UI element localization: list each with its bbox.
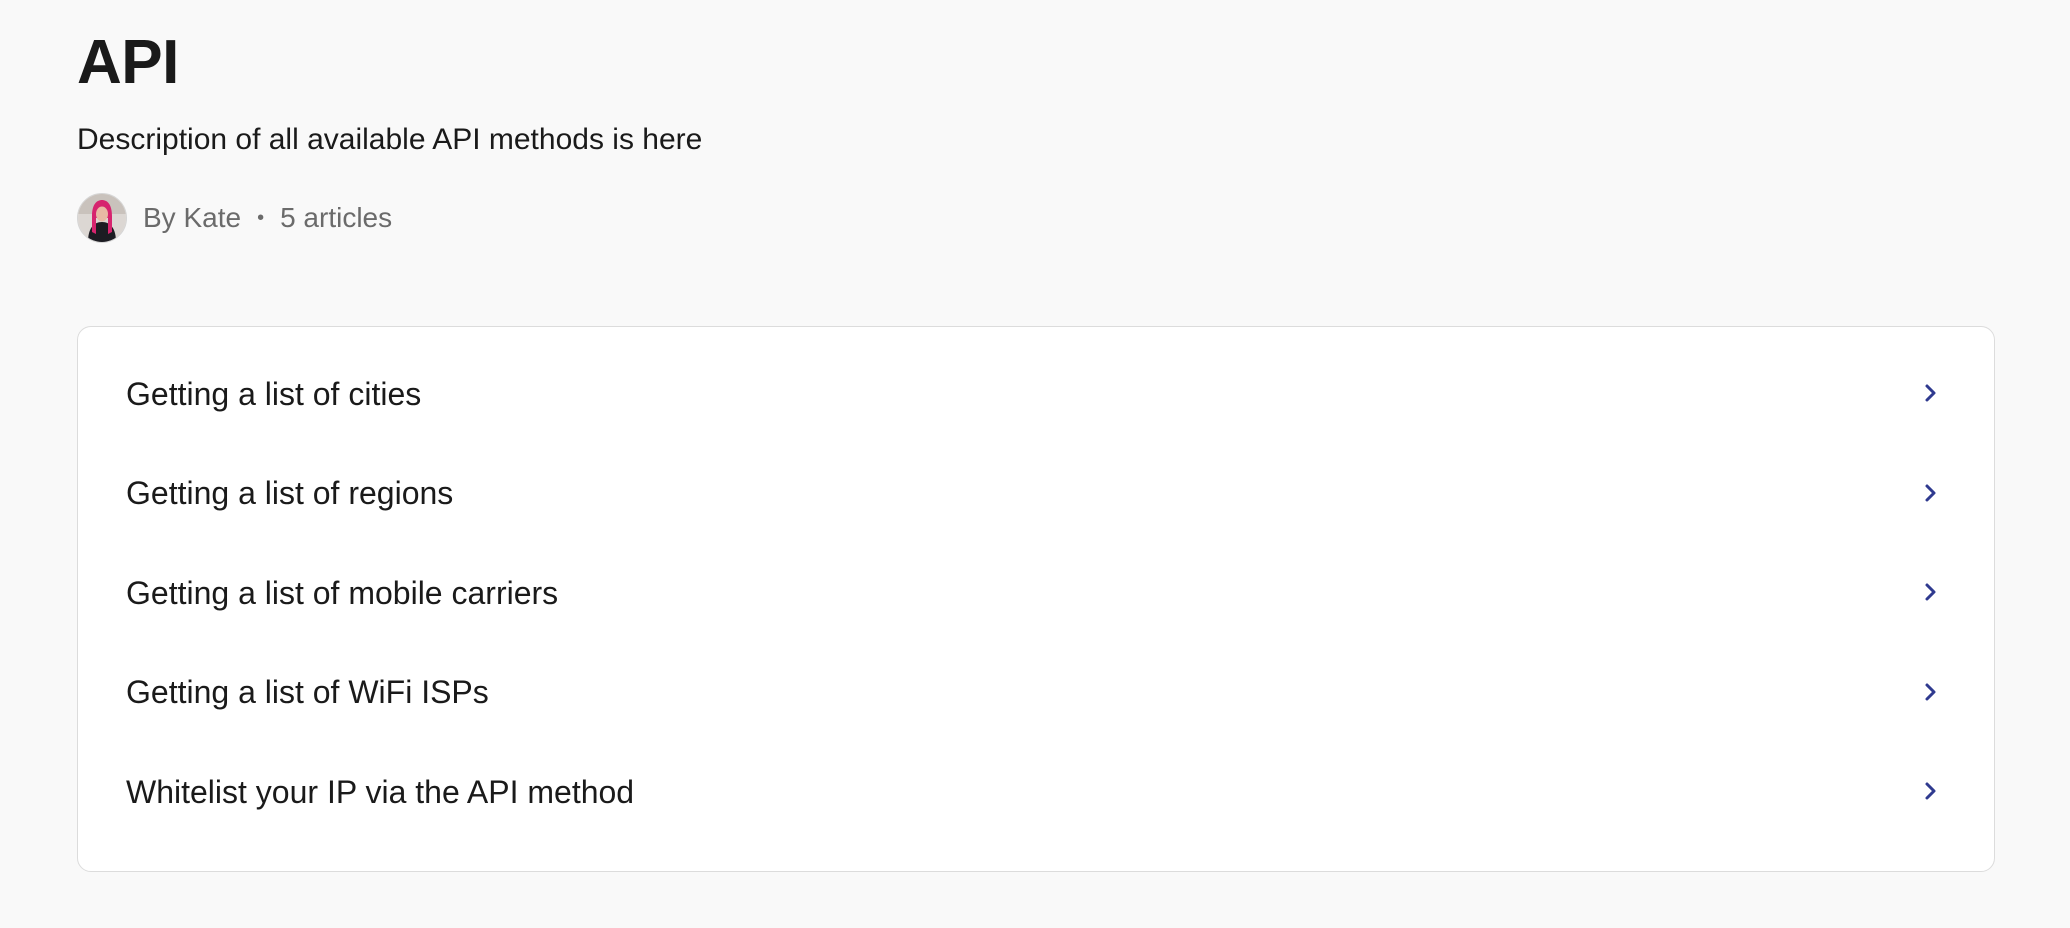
author-avatar bbox=[77, 193, 127, 243]
article-link[interactable]: Getting a list of WiFi ISPs bbox=[78, 669, 1994, 769]
article-title: Whitelist your IP via the API method bbox=[126, 773, 635, 810]
chevron-right-icon bbox=[1925, 782, 1936, 800]
article-count: 5 articles bbox=[280, 202, 393, 233]
article-title: Getting a list of WiFi ISPs bbox=[126, 674, 489, 711]
article-link[interactable]: Getting a list of mobile carriers bbox=[78, 569, 1994, 669]
collection-meta: By Kate • 5 articles bbox=[77, 193, 1997, 243]
chevron-right-icon bbox=[1925, 384, 1936, 402]
collection-title: API bbox=[77, 28, 179, 97]
collection-description: Description of all available API methods… bbox=[77, 123, 703, 156]
collection-header: API Description of all available API met… bbox=[77, 20, 1997, 243]
article-link[interactable]: Getting a list of cities bbox=[78, 370, 1994, 470]
chevron-right-icon bbox=[1925, 484, 1936, 501]
article-title: Getting a list of regions bbox=[126, 475, 454, 512]
article-title: Getting a list of cities bbox=[126, 375, 422, 412]
chevron-right-icon bbox=[1925, 583, 1936, 601]
article-link[interactable]: Getting a list of regions bbox=[78, 470, 1994, 570]
author-name: By Kate bbox=[143, 202, 242, 233]
article-title: Getting a list of mobile carriers bbox=[126, 574, 559, 611]
articles-list: Getting a list of cities Getting a list … bbox=[77, 326, 1995, 872]
collection-page: API Description of all available API met… bbox=[0, 0, 2070, 928]
meta-separator: • bbox=[257, 207, 265, 229]
article-link[interactable]: Whitelist your IP via the API method bbox=[78, 768, 1994, 868]
chevron-right-icon bbox=[1925, 683, 1936, 700]
